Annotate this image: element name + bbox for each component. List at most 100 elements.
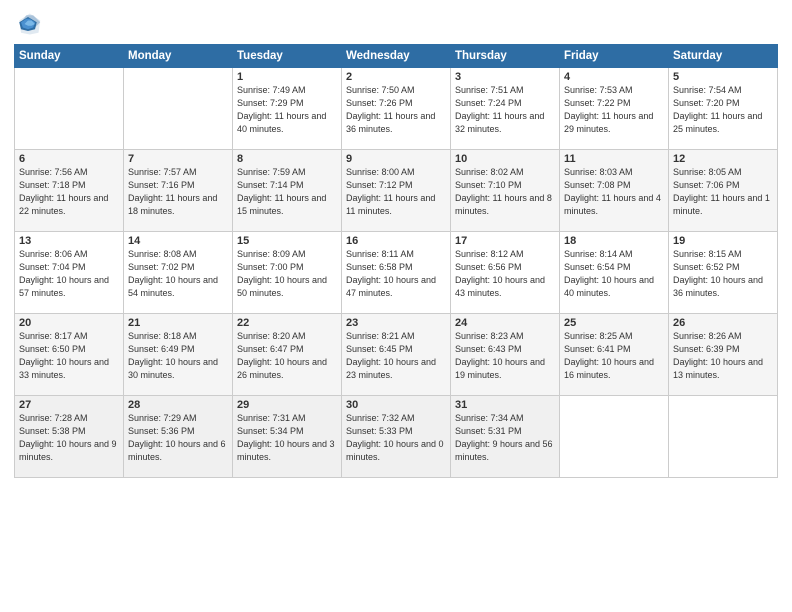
day-number: 21 <box>128 317 228 329</box>
day-number: 7 <box>128 153 228 165</box>
day-number: 8 <box>237 153 337 165</box>
day-number: 13 <box>19 235 119 247</box>
calendar-cell: 12Sunrise: 8:05 AM Sunset: 7:06 PM Dayli… <box>669 150 778 232</box>
day-info: Sunrise: 7:29 AM Sunset: 5:36 PM Dayligh… <box>128 412 228 464</box>
weekday-header-tuesday: Tuesday <box>233 45 342 68</box>
calendar-cell <box>15 68 124 150</box>
day-info: Sunrise: 7:54 AM Sunset: 7:20 PM Dayligh… <box>673 84 773 136</box>
week-row-1: 1Sunrise: 7:49 AM Sunset: 7:29 PM Daylig… <box>15 68 778 150</box>
weekday-header-row: SundayMondayTuesdayWednesdayThursdayFrid… <box>15 45 778 68</box>
calendar-cell: 30Sunrise: 7:32 AM Sunset: 5:33 PM Dayli… <box>342 396 451 478</box>
weekday-header-thursday: Thursday <box>451 45 560 68</box>
calendar-cell: 26Sunrise: 8:26 AM Sunset: 6:39 PM Dayli… <box>669 314 778 396</box>
day-info: Sunrise: 8:09 AM Sunset: 7:00 PM Dayligh… <box>237 248 337 300</box>
day-number: 29 <box>237 399 337 411</box>
day-number: 24 <box>455 317 555 329</box>
calendar-cell: 24Sunrise: 8:23 AM Sunset: 6:43 PM Dayli… <box>451 314 560 396</box>
calendar-cell: 16Sunrise: 8:11 AM Sunset: 6:58 PM Dayli… <box>342 232 451 314</box>
calendar-cell: 9Sunrise: 8:00 AM Sunset: 7:12 PM Daylig… <box>342 150 451 232</box>
day-info: Sunrise: 7:56 AM Sunset: 7:18 PM Dayligh… <box>19 166 119 218</box>
day-number: 15 <box>237 235 337 247</box>
day-info: Sunrise: 7:28 AM Sunset: 5:38 PM Dayligh… <box>19 412 119 464</box>
day-number: 11 <box>564 153 664 165</box>
calendar-cell: 25Sunrise: 8:25 AM Sunset: 6:41 PM Dayli… <box>560 314 669 396</box>
week-row-5: 27Sunrise: 7:28 AM Sunset: 5:38 PM Dayli… <box>15 396 778 478</box>
calendar-cell: 17Sunrise: 8:12 AM Sunset: 6:56 PM Dayli… <box>451 232 560 314</box>
calendar-cell: 10Sunrise: 8:02 AM Sunset: 7:10 PM Dayli… <box>451 150 560 232</box>
day-info: Sunrise: 8:12 AM Sunset: 6:56 PM Dayligh… <box>455 248 555 300</box>
calendar-cell <box>124 68 233 150</box>
day-info: Sunrise: 8:26 AM Sunset: 6:39 PM Dayligh… <box>673 330 773 382</box>
day-info: Sunrise: 8:05 AM Sunset: 7:06 PM Dayligh… <box>673 166 773 218</box>
calendar-cell: 28Sunrise: 7:29 AM Sunset: 5:36 PM Dayli… <box>124 396 233 478</box>
day-number: 10 <box>455 153 555 165</box>
calendar-cell: 31Sunrise: 7:34 AM Sunset: 5:31 PM Dayli… <box>451 396 560 478</box>
day-info: Sunrise: 8:20 AM Sunset: 6:47 PM Dayligh… <box>237 330 337 382</box>
day-info: Sunrise: 8:23 AM Sunset: 6:43 PM Dayligh… <box>455 330 555 382</box>
calendar-cell: 1Sunrise: 7:49 AM Sunset: 7:29 PM Daylig… <box>233 68 342 150</box>
day-number: 16 <box>346 235 446 247</box>
day-number: 17 <box>455 235 555 247</box>
calendar-cell: 23Sunrise: 8:21 AM Sunset: 6:45 PM Dayli… <box>342 314 451 396</box>
day-number: 9 <box>346 153 446 165</box>
day-info: Sunrise: 7:32 AM Sunset: 5:33 PM Dayligh… <box>346 412 446 464</box>
day-info: Sunrise: 7:31 AM Sunset: 5:34 PM Dayligh… <box>237 412 337 464</box>
calendar-cell: 5Sunrise: 7:54 AM Sunset: 7:20 PM Daylig… <box>669 68 778 150</box>
calendar-table: SundayMondayTuesdayWednesdayThursdayFrid… <box>14 44 778 478</box>
day-number: 26 <box>673 317 773 329</box>
weekday-header-wednesday: Wednesday <box>342 45 451 68</box>
day-number: 30 <box>346 399 446 411</box>
day-info: Sunrise: 8:25 AM Sunset: 6:41 PM Dayligh… <box>564 330 664 382</box>
calendar-cell: 19Sunrise: 8:15 AM Sunset: 6:52 PM Dayli… <box>669 232 778 314</box>
day-info: Sunrise: 8:02 AM Sunset: 7:10 PM Dayligh… <box>455 166 555 218</box>
day-info: Sunrise: 7:50 AM Sunset: 7:26 PM Dayligh… <box>346 84 446 136</box>
day-info: Sunrise: 8:17 AM Sunset: 6:50 PM Dayligh… <box>19 330 119 382</box>
day-info: Sunrise: 8:06 AM Sunset: 7:04 PM Dayligh… <box>19 248 119 300</box>
calendar-cell: 18Sunrise: 8:14 AM Sunset: 6:54 PM Dayli… <box>560 232 669 314</box>
day-info: Sunrise: 7:51 AM Sunset: 7:24 PM Dayligh… <box>455 84 555 136</box>
calendar-cell <box>560 396 669 478</box>
calendar-cell: 4Sunrise: 7:53 AM Sunset: 7:22 PM Daylig… <box>560 68 669 150</box>
day-number: 5 <box>673 71 773 83</box>
day-info: Sunrise: 8:03 AM Sunset: 7:08 PM Dayligh… <box>564 166 664 218</box>
day-number: 27 <box>19 399 119 411</box>
weekday-header-monday: Monday <box>124 45 233 68</box>
calendar-cell <box>669 396 778 478</box>
day-number: 20 <box>19 317 119 329</box>
day-info: Sunrise: 7:53 AM Sunset: 7:22 PM Dayligh… <box>564 84 664 136</box>
weekday-header-friday: Friday <box>560 45 669 68</box>
day-number: 22 <box>237 317 337 329</box>
weekday-header-sunday: Sunday <box>15 45 124 68</box>
calendar-cell: 27Sunrise: 7:28 AM Sunset: 5:38 PM Dayli… <box>15 396 124 478</box>
day-info: Sunrise: 8:21 AM Sunset: 6:45 PM Dayligh… <box>346 330 446 382</box>
page-header <box>14 10 778 38</box>
day-number: 3 <box>455 71 555 83</box>
calendar-cell: 29Sunrise: 7:31 AM Sunset: 5:34 PM Dayli… <box>233 396 342 478</box>
day-info: Sunrise: 8:14 AM Sunset: 6:54 PM Dayligh… <box>564 248 664 300</box>
calendar-cell: 3Sunrise: 7:51 AM Sunset: 7:24 PM Daylig… <box>451 68 560 150</box>
calendar-cell: 2Sunrise: 7:50 AM Sunset: 7:26 PM Daylig… <box>342 68 451 150</box>
logo-icon <box>14 10 42 38</box>
calendar-cell: 6Sunrise: 7:56 AM Sunset: 7:18 PM Daylig… <box>15 150 124 232</box>
day-number: 12 <box>673 153 773 165</box>
day-info: Sunrise: 8:18 AM Sunset: 6:49 PM Dayligh… <box>128 330 228 382</box>
week-row-4: 20Sunrise: 8:17 AM Sunset: 6:50 PM Dayli… <box>15 314 778 396</box>
day-number: 23 <box>346 317 446 329</box>
calendar-cell: 20Sunrise: 8:17 AM Sunset: 6:50 PM Dayli… <box>15 314 124 396</box>
week-row-3: 13Sunrise: 8:06 AM Sunset: 7:04 PM Dayli… <box>15 232 778 314</box>
day-number: 19 <box>673 235 773 247</box>
calendar-cell: 7Sunrise: 7:57 AM Sunset: 7:16 PM Daylig… <box>124 150 233 232</box>
day-number: 31 <box>455 399 555 411</box>
day-number: 14 <box>128 235 228 247</box>
day-number: 25 <box>564 317 664 329</box>
day-number: 18 <box>564 235 664 247</box>
day-info: Sunrise: 7:59 AM Sunset: 7:14 PM Dayligh… <box>237 166 337 218</box>
logo <box>14 10 46 38</box>
calendar-cell: 15Sunrise: 8:09 AM Sunset: 7:00 PM Dayli… <box>233 232 342 314</box>
day-number: 4 <box>564 71 664 83</box>
day-info: Sunrise: 7:49 AM Sunset: 7:29 PM Dayligh… <box>237 84 337 136</box>
calendar-cell: 14Sunrise: 8:08 AM Sunset: 7:02 PM Dayli… <box>124 232 233 314</box>
calendar-cell: 13Sunrise: 8:06 AM Sunset: 7:04 PM Dayli… <box>15 232 124 314</box>
day-number: 28 <box>128 399 228 411</box>
day-info: Sunrise: 7:57 AM Sunset: 7:16 PM Dayligh… <box>128 166 228 218</box>
